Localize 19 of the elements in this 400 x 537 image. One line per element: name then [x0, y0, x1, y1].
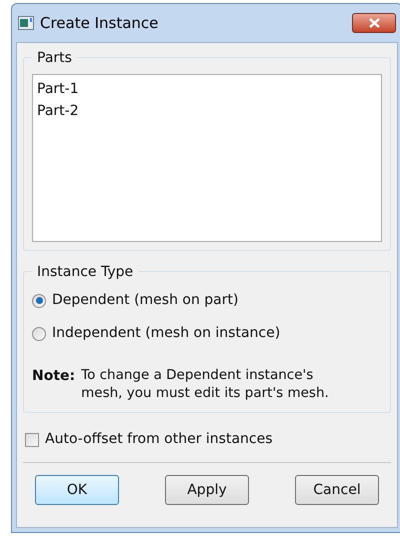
radio-label: Dependent (mesh on part)	[52, 291, 238, 310]
parts-list[interactable]: Part-1 Part-2	[32, 74, 382, 242]
note-text: To change a Dependent instance's mesh, you must edit its part's mesh.	[81, 366, 330, 402]
dialog-button[interactable]: OK	[35, 475, 119, 505]
auto-offset-checkbox-row[interactable]: Auto-offset from other instances	[25, 429, 391, 450]
dialog-button[interactable]: Cancel	[295, 475, 379, 505]
radio-button[interactable]	[32, 326, 46, 340]
note-label: Note:	[32, 367, 76, 386]
dialog-button[interactable]: Apply	[165, 475, 249, 505]
list-item[interactable]: Part-1	[33, 78, 381, 100]
checkbox-label: Auto-offset from other instances	[45, 430, 273, 449]
close-button[interactable]	[352, 13, 396, 33]
window-title: Create Instance	[40, 12, 158, 34]
radio-label: Independent (mesh on instance)	[52, 324, 280, 343]
checkbox[interactable]	[25, 432, 39, 446]
radio-button[interactable]	[32, 294, 46, 308]
list-item[interactable]: Part-2	[33, 100, 381, 122]
app-icon	[18, 16, 34, 30]
close-icon	[368, 18, 380, 28]
